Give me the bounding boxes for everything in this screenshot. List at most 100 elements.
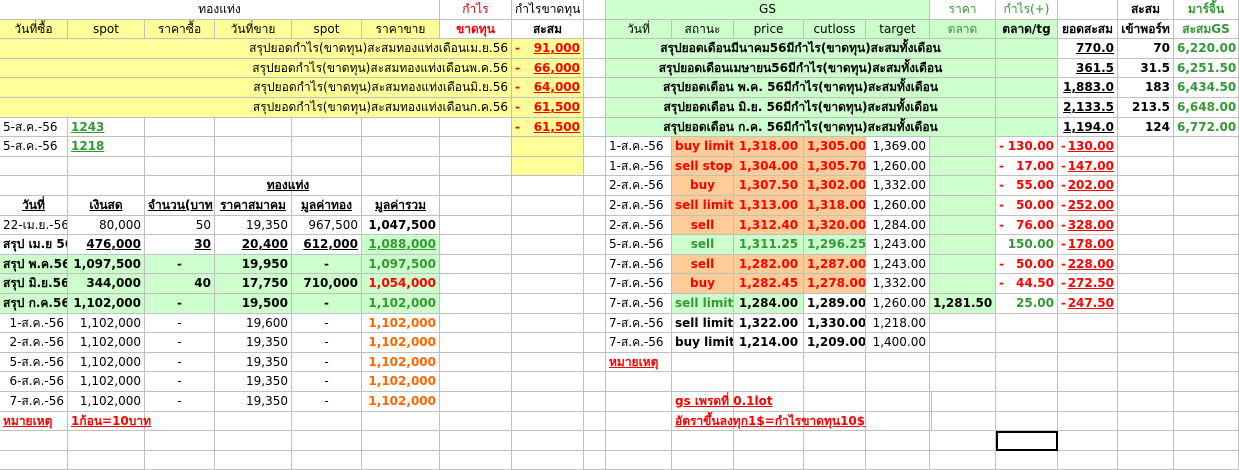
empty-cell[interactable] bbox=[1174, 333, 1239, 353]
empty-cell[interactable] bbox=[804, 451, 866, 470]
empty-cell[interactable] bbox=[866, 353, 930, 372]
gs-cum[interactable]: -130.00 bbox=[1058, 137, 1118, 157]
gs-date[interactable]: 7-ส.ค.-56 bbox=[606, 294, 672, 314]
empty-cell[interactable] bbox=[292, 118, 362, 137]
gs-pl[interactable]: -50.00 bbox=[996, 196, 1058, 216]
gs-summary-pad[interactable] bbox=[996, 39, 1058, 59]
gs-price[interactable]: 1,313.00 bbox=[734, 196, 804, 216]
gs-cutloss[interactable]: 1,320.00 bbox=[804, 216, 866, 235]
gs-target[interactable]: 1,243.00 bbox=[866, 235, 930, 255]
empty-cell[interactable] bbox=[292, 157, 362, 176]
gs-cutloss[interactable]: 1,296.25 bbox=[804, 235, 866, 255]
spacer-cell[interactable] bbox=[584, 59, 606, 78]
gs-header-9[interactable]: สะสมGS bbox=[1174, 20, 1239, 39]
empty-cell[interactable] bbox=[1174, 294, 1239, 314]
empty-cell[interactable] bbox=[1174, 392, 1239, 412]
empty-cell[interactable] bbox=[362, 137, 440, 157]
empty-cell[interactable] bbox=[606, 392, 672, 412]
empty-cell[interactable] bbox=[68, 451, 145, 470]
empty-cell[interactable] bbox=[362, 157, 440, 176]
empty-cell[interactable] bbox=[1118, 137, 1174, 157]
gs-summary-cum[interactable]: 361.5 bbox=[1058, 59, 1118, 78]
gold-cash[interactable]: 1,102,000 bbox=[68, 314, 145, 333]
gs-summary-port[interactable]: 183 bbox=[1118, 78, 1174, 98]
gs-price[interactable]: 1,318.00 bbox=[734, 137, 804, 157]
gs-date[interactable]: 1-ส.ค.-56 bbox=[606, 157, 672, 176]
trade-spot[interactable]: 1218 bbox=[68, 137, 145, 157]
empty-cell[interactable] bbox=[512, 353, 584, 372]
gs-summary-total[interactable]: 6,772.00 bbox=[1174, 118, 1239, 137]
gs-pl[interactable]: 150.00 bbox=[996, 235, 1058, 255]
gs-market[interactable] bbox=[930, 216, 996, 235]
spacer-cell[interactable] bbox=[584, 118, 606, 137]
cum-header[interactable]: กำไรขาดทุน bbox=[512, 0, 584, 20]
gs-cutloss[interactable]: 1,278.00 bbox=[804, 274, 866, 294]
empty-cell[interactable] bbox=[512, 431, 584, 451]
empty-cell[interactable] bbox=[1174, 235, 1239, 255]
gs-summary-total[interactable]: 6,220.00 bbox=[1174, 39, 1239, 59]
gs-target[interactable]: 1,332.00 bbox=[866, 274, 930, 294]
gold-date[interactable]: 5-ส.ค.-56 bbox=[0, 353, 68, 372]
gold-date[interactable]: 6-ส.ค.-56 bbox=[0, 372, 68, 392]
empty-cell[interactable] bbox=[1118, 372, 1174, 392]
left-summary-text[interactable]: สรุปยอดกำไร(ขาดทุน)สะสมทองแท่งเดือนพ.ค.5… bbox=[0, 59, 512, 78]
gs-status[interactable]: buy bbox=[672, 274, 734, 294]
empty-cell[interactable] bbox=[440, 392, 512, 412]
spacer-cell[interactable] bbox=[584, 372, 606, 392]
gold-qty[interactable]: 30 bbox=[145, 235, 215, 255]
gs-pl[interactable]: -50.00 bbox=[996, 255, 1058, 274]
column-header-5[interactable]: ราคาขาย bbox=[362, 20, 440, 39]
empty-cell[interactable] bbox=[440, 274, 512, 294]
gs-market[interactable]: 1,281.50 bbox=[930, 294, 996, 314]
gold-cash[interactable]: 344,000 bbox=[68, 274, 145, 294]
gs-status[interactable]: buy limit bbox=[672, 137, 734, 157]
gold-qty[interactable]: - bbox=[145, 392, 215, 412]
empty-cell[interactable] bbox=[804, 431, 866, 451]
gs-market[interactable] bbox=[930, 157, 996, 176]
gold-date[interactable]: สรุป เม.ย 56 bbox=[0, 235, 68, 255]
gs-market[interactable] bbox=[930, 333, 996, 353]
gold-date[interactable]: สรุป มิ.ย.56 bbox=[0, 274, 68, 294]
trade-date[interactable]: 5-ส.ค.-56 bbox=[0, 118, 68, 137]
empty-cell[interactable] bbox=[672, 451, 734, 470]
empty-cell[interactable] bbox=[930, 431, 996, 451]
gs-target[interactable]: 1,218.00 bbox=[866, 314, 930, 333]
gs-summary-port[interactable]: 213.5 bbox=[1118, 98, 1174, 118]
empty-cell[interactable] bbox=[1174, 314, 1239, 333]
gs-header-3[interactable]: cutloss bbox=[804, 20, 866, 39]
gs-summary-port[interactable]: 70 bbox=[1118, 39, 1174, 59]
gs-summary-text[interactable]: สรุปยอดเดือน พ.ค. 56มีกำไร(ขาดทุน)สะสมทั… bbox=[606, 78, 996, 98]
empty-cell[interactable] bbox=[1174, 451, 1239, 470]
empty-cell[interactable] bbox=[512, 216, 584, 235]
empty-cell[interactable] bbox=[362, 118, 440, 137]
empty-cell[interactable] bbox=[440, 255, 512, 274]
gs-cutloss[interactable]: 1,330.00 bbox=[804, 314, 866, 333]
gs-target[interactable]: 1,260.00 bbox=[866, 294, 930, 314]
empty-cell[interactable] bbox=[1058, 392, 1118, 412]
empty-cell[interactable] bbox=[145, 176, 215, 196]
cum-label[interactable]: สะสม bbox=[1118, 0, 1174, 20]
gold-total[interactable]: 1,097,500 bbox=[362, 255, 440, 274]
empty-cell[interactable] bbox=[930, 353, 996, 372]
gs-pl[interactable]: -55.00 bbox=[996, 176, 1058, 196]
gold-qty[interactable]: 50 bbox=[145, 216, 215, 235]
gold-cash[interactable]: 80,000 bbox=[68, 216, 145, 235]
left-summary-value[interactable]: -64,000 bbox=[512, 78, 584, 98]
empty-cell[interactable] bbox=[145, 431, 215, 451]
empty-cell[interactable] bbox=[930, 451, 996, 470]
gold-qty[interactable]: - bbox=[145, 255, 215, 274]
empty-cell[interactable] bbox=[512, 392, 584, 412]
empty-cell[interactable] bbox=[440, 372, 512, 392]
trade-date[interactable]: 5-ส.ค.-56 bbox=[0, 137, 68, 157]
title-gold-bar[interactable]: ทองแท่ง bbox=[0, 0, 440, 20]
gs-note-2[interactable]: อัตราขึ้นลงทุก1$=กำไรขาดทุน10$ bbox=[672, 412, 932, 431]
spacer-cell[interactable] bbox=[584, 0, 606, 20]
trade-cum[interactable] bbox=[512, 137, 584, 157]
gs-cum[interactable]: -272.50 bbox=[1058, 274, 1118, 294]
empty-cell[interactable] bbox=[1174, 274, 1239, 294]
gold-qty[interactable]: - bbox=[145, 294, 215, 314]
gs-cum[interactable] bbox=[1058, 314, 1118, 333]
spacer-cell[interactable] bbox=[584, 333, 606, 353]
empty-cell[interactable] bbox=[512, 157, 584, 176]
empty-cell[interactable] bbox=[0, 176, 68, 196]
